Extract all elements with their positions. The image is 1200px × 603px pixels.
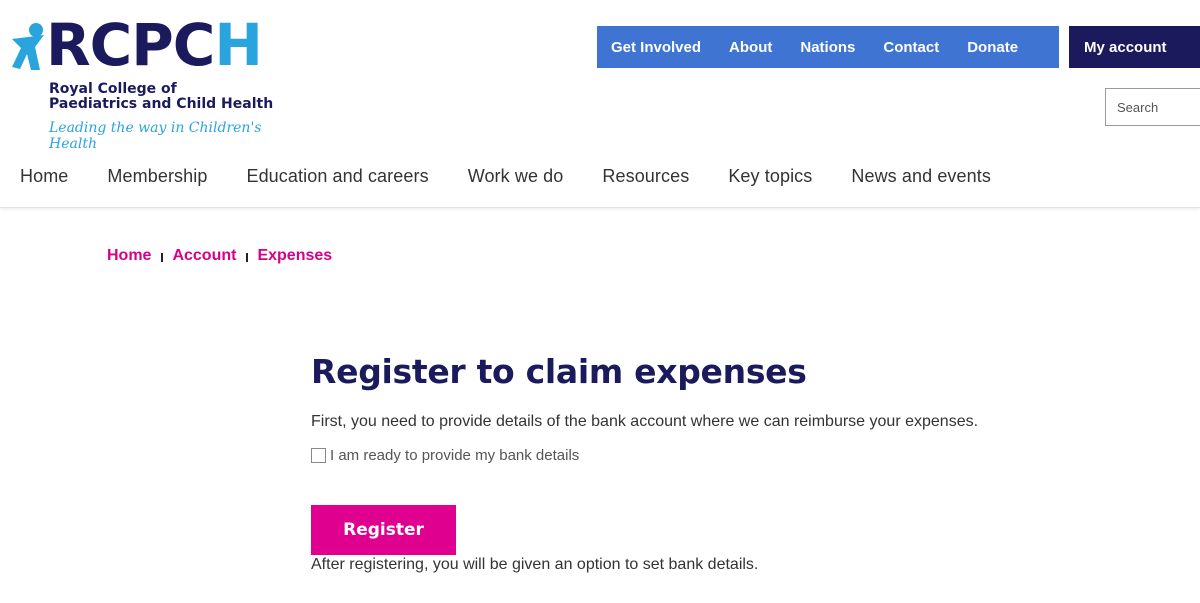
main-nav-membership[interactable]: Membership — [107, 166, 207, 187]
logo-wordmark: RCPCH — [46, 11, 263, 79]
main-nav: Home Membership Education and careers Wo… — [20, 164, 1030, 188]
bank-details-checkbox-label[interactable]: I am ready to provide my bank details — [330, 447, 579, 464]
breadcrumb-separator — [161, 252, 164, 262]
main-nav-key-topics[interactable]: Key topics — [728, 166, 812, 187]
utility-nav: Get Involved About Nations Contact Donat… — [597, 26, 1059, 68]
child-figure-icon — [12, 23, 44, 70]
intro-text: First, you need to provide details of th… — [311, 413, 979, 430]
breadcrumb: Home Account Expenses — [107, 247, 332, 265]
page-title: Register to claim expenses — [311, 352, 807, 391]
nav-donate[interactable]: Donate — [953, 39, 1032, 56]
main-nav-education-careers[interactable]: Education and careers — [246, 166, 428, 187]
nav-get-involved[interactable]: Get Involved — [597, 39, 715, 56]
bank-details-checkbox-row: I am ready to provide my bank details — [311, 447, 579, 464]
breadcrumb-home[interactable]: Home — [107, 247, 151, 265]
my-account-button[interactable]: My account — [1069, 26, 1200, 68]
register-button[interactable]: Register — [311, 505, 456, 555]
search-input[interactable] — [1105, 88, 1200, 126]
nav-about[interactable]: About — [715, 39, 786, 56]
rcpch-logo[interactable]: RCPCH Royal College of Paediatrics and C… — [10, 16, 280, 152]
breadcrumb-account[interactable]: Account — [172, 247, 236, 265]
main-nav-work-we-do[interactable]: Work we do — [468, 166, 564, 187]
bank-details-checkbox[interactable] — [311, 448, 326, 463]
logo-tagline: Leading the way in Children's Health — [49, 120, 262, 152]
breadcrumb-separator — [246, 252, 249, 262]
main-nav-resources[interactable]: Resources — [602, 166, 689, 187]
breadcrumb-expenses[interactable]: Expenses — [257, 247, 332, 265]
logo-subtitle: Royal College of Paediatrics and Child H… — [49, 81, 274, 112]
nav-contact[interactable]: Contact — [869, 39, 953, 56]
nav-nations[interactable]: Nations — [786, 39, 869, 56]
after-registering-text: After registering, you will be given an … — [311, 556, 759, 573]
main-nav-news-events[interactable]: News and events — [851, 166, 991, 187]
site-header: RCPCH Royal College of Paediatrics and C… — [0, 0, 1200, 208]
main-nav-home[interactable]: Home — [20, 166, 68, 187]
